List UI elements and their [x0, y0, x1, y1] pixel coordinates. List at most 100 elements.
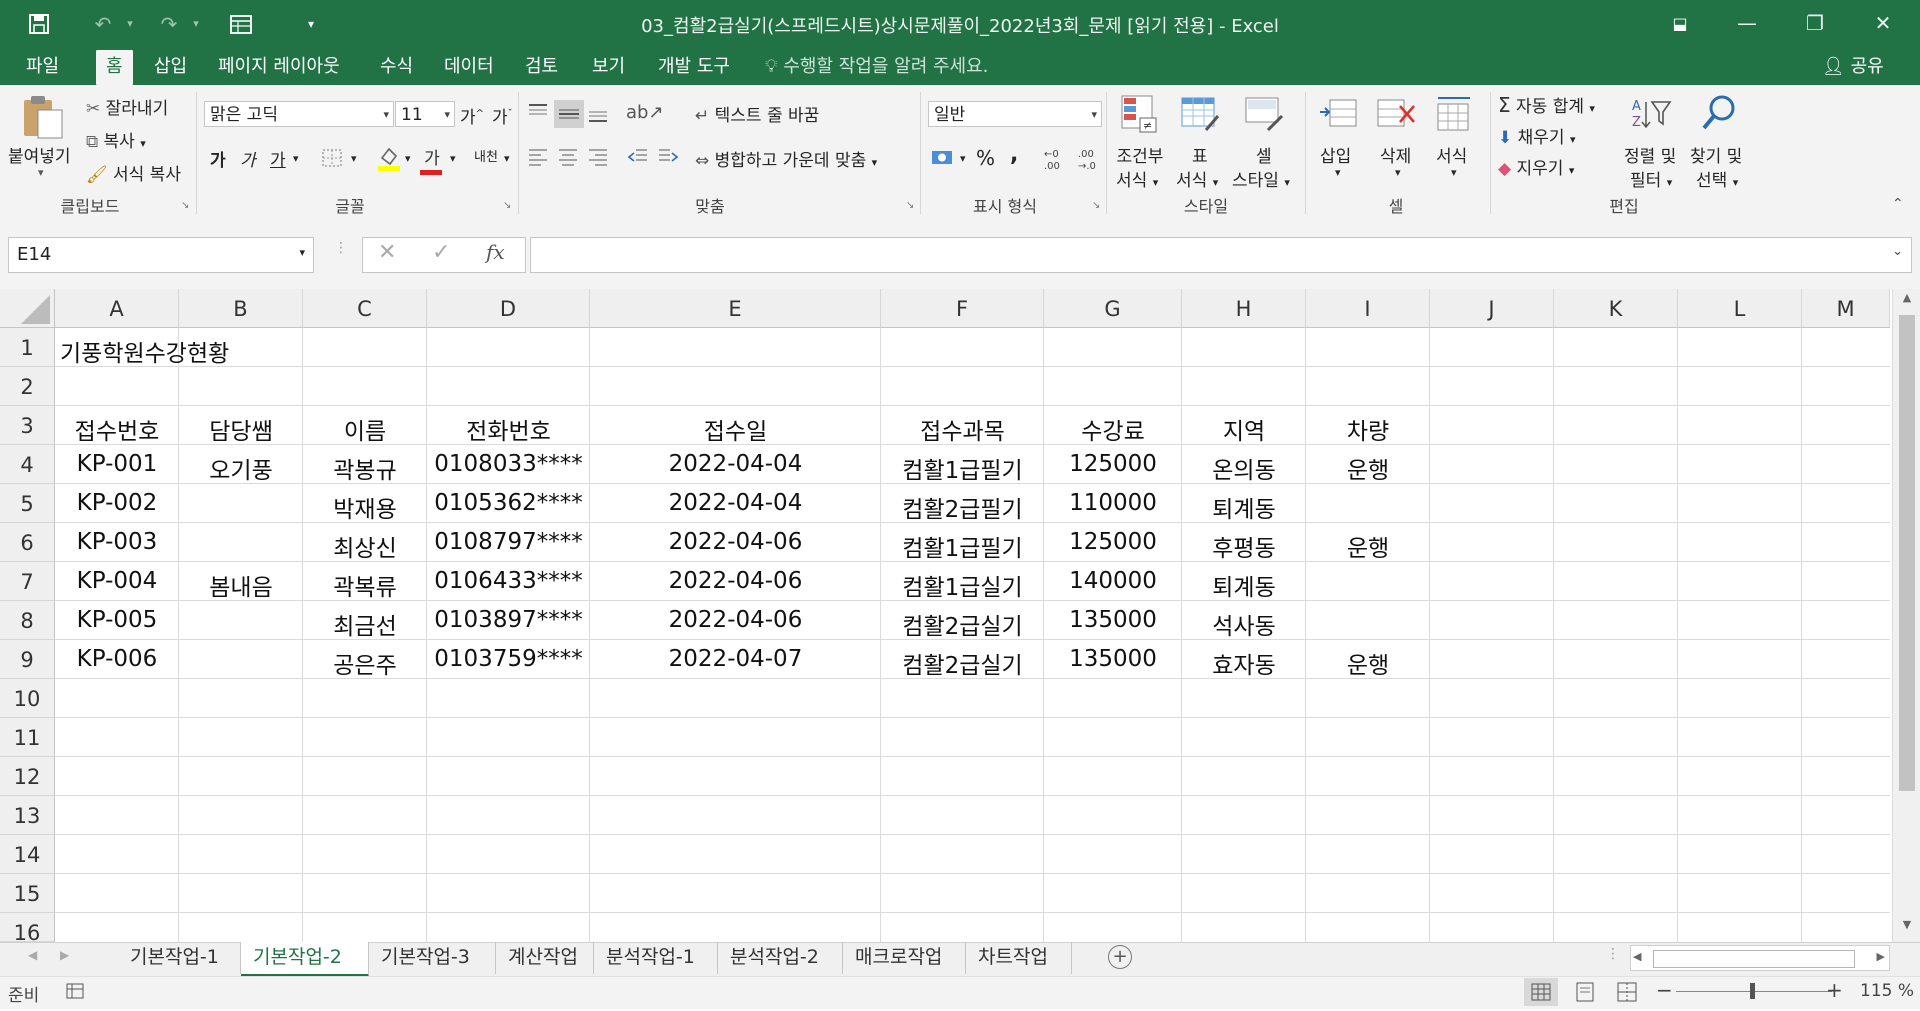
phonetic-dropdown-icon[interactable]: ▾ [504, 152, 510, 165]
table-cell[interactable]: 0103759**** [427, 646, 590, 672]
border-dropdown-icon[interactable]: ▾ [351, 152, 357, 165]
scroll-left-icon[interactable]: ◀ [1633, 950, 1641, 963]
row-header[interactable]: 15 [0, 874, 55, 913]
paste-label[interactable]: 붙여넣기 [8, 142, 71, 167]
sheet-tab[interactable]: 분석작업-1 [594, 942, 718, 974]
table-cell[interactable]: 최상신 [303, 529, 427, 563]
cell-styles-label-2[interactable]: 스타일 ▾ [1232, 166, 1290, 191]
hscroll-thumb[interactable] [1653, 950, 1855, 968]
tab-view[interactable]: 보기 [582, 50, 635, 85]
next-sheet-icon[interactable]: ▶ [60, 948, 69, 962]
sheet-title-cell[interactable]: 기풍학원수강현황 [60, 334, 229, 368]
row-header[interactable]: 8 [0, 601, 55, 640]
table-cell[interactable]: 컴활1급실기 [881, 568, 1044, 602]
column-header[interactable]: B [179, 289, 303, 328]
format-as-table-icon[interactable] [1178, 92, 1222, 136]
table-cell[interactable]: 곽복류 [303, 568, 427, 602]
cell-styles-icon[interactable] [1242, 92, 1286, 136]
table-cell[interactable]: 2022-04-04 [590, 490, 881, 516]
dialog-launcher-icon[interactable]: ↘ [503, 200, 511, 211]
format-cells-label[interactable]: 서식 [1436, 142, 1467, 167]
tab-formulas[interactable]: 수식 [370, 50, 423, 85]
tab-home[interactable]: 홈 [96, 50, 133, 85]
tab-insert[interactable]: 삽입 [144, 50, 197, 85]
row-header[interactable]: 2 [0, 367, 55, 406]
column-header[interactable]: K [1554, 289, 1678, 328]
row-header[interactable]: 3 [0, 406, 55, 445]
scroll-down-icon[interactable]: ▼ [1893, 918, 1920, 940]
table-cell[interactable]: 125000 [1044, 451, 1182, 477]
horizontal-scrollbar[interactable]: ◀ ▶ [1630, 945, 1890, 971]
column-header[interactable]: C [303, 289, 427, 328]
table-cell[interactable]: 135000 [1044, 646, 1182, 672]
table-cell[interactable]: KP-005 [55, 607, 179, 633]
table-cell[interactable]: 컴활1급필기 [881, 451, 1044, 485]
table-cell[interactable]: 컴활2급실기 [881, 646, 1044, 680]
table-cell[interactable]: 컴활2급필기 [881, 490, 1044, 524]
redo-icon[interactable]: ↷ [154, 9, 184, 39]
column-header[interactable]: I [1306, 289, 1430, 328]
page-break-view-icon[interactable] [1612, 978, 1642, 1006]
percent-button[interactable]: % [976, 146, 995, 170]
sheet-tab[interactable]: 분석작업-2 [718, 942, 843, 974]
column-header[interactable]: J [1430, 289, 1554, 328]
table-cell[interactable]: 석사동 [1182, 607, 1306, 641]
column-header[interactable]: L [1678, 289, 1802, 328]
accounting-dropdown-icon[interactable]: ▾ [960, 152, 966, 165]
table-cell[interactable]: 오기풍 [179, 451, 303, 485]
form-icon[interactable] [226, 9, 256, 39]
row-header[interactable]: 7 [0, 562, 55, 601]
copy-button[interactable]: ⧉ 복사 ▾ [86, 127, 146, 152]
grow-font-button[interactable]: 가^ [460, 103, 484, 128]
table-cell[interactable]: 운행 [1306, 529, 1430, 563]
delete-cells-label[interactable]: 삭제 [1380, 142, 1411, 167]
decrease-decimal-icon[interactable]: .00 →.0 [1074, 146, 1104, 172]
format-painter-button[interactable]: 🖌︎ 서식 복사 [86, 160, 181, 185]
tab-review[interactable]: 검토 [515, 50, 568, 85]
scroll-thumb[interactable] [1899, 315, 1915, 791]
table-cell[interactable]: 0105362**** [427, 490, 590, 516]
find-select-label-2[interactable]: 선택 ▾ [1696, 166, 1738, 191]
header-cell[interactable]: 차량 [1306, 412, 1430, 446]
new-sheet-button[interactable]: + [1108, 945, 1132, 969]
underline-button[interactable]: 가 [270, 146, 286, 171]
conditional-format-icon[interactable]: ≠ [1118, 92, 1162, 136]
header-cell[interactable]: 수강료 [1044, 412, 1182, 446]
delete-dropdown-icon[interactable]: ▾ [1395, 166, 1401, 179]
conditional-format-label-1[interactable]: 조건부 [1112, 142, 1168, 167]
conditional-format-label-2[interactable]: 서식 ▾ [1116, 166, 1158, 191]
insert-dropdown-icon[interactable]: ▾ [1335, 166, 1341, 179]
sort-filter-label-2[interactable]: 필터 ▾ [1630, 166, 1672, 191]
column-header[interactable]: H [1182, 289, 1306, 328]
row-header[interactable]: 10 [0, 679, 55, 718]
format-as-table-label-2[interactable]: 서식 ▾ [1176, 166, 1218, 191]
select-all-button[interactable] [0, 289, 55, 328]
align-bottom-icon[interactable] [586, 100, 612, 126]
table-cell[interactable]: 110000 [1044, 490, 1182, 516]
minimize-button[interactable]: — [1713, 0, 1781, 48]
table-cell[interactable]: 2022-04-06 [590, 568, 881, 594]
zoom-out-button[interactable]: − [1656, 978, 1673, 1002]
save-icon[interactable] [24, 9, 54, 39]
table-cell[interactable]: 2022-04-04 [590, 451, 881, 477]
table-cell[interactable]: 효자동 [1182, 646, 1306, 680]
close-button[interactable]: ✕ [1849, 0, 1917, 48]
sheet-tab[interactable]: 계산작업 [496, 942, 594, 974]
align-right-icon[interactable] [586, 145, 612, 171]
row-header[interactable]: 12 [0, 757, 55, 796]
table-cell[interactable]: 2022-04-06 [590, 529, 881, 555]
enter-button[interactable]: ✓ [432, 240, 450, 265]
sheet-tab[interactable]: 기본작업-3 [369, 942, 496, 974]
undo-dropdown-icon[interactable]: ▾ [115, 9, 145, 39]
table-cell[interactable]: 140000 [1044, 568, 1182, 594]
tab-data[interactable]: 데이터 [434, 50, 504, 85]
table-cell[interactable]: 후평동 [1182, 529, 1306, 563]
copy-dropdown-icon[interactable]: ▾ [140, 137, 146, 150]
paste-dropdown-icon[interactable]: ▾ [38, 166, 44, 179]
formula-input[interactable]: ⌄ [530, 237, 1912, 273]
tab-page-layout[interactable]: 페이지 레이아웃 [208, 50, 350, 85]
font-name-select[interactable]: 맑은 고딕 ▾ [204, 101, 394, 127]
dialog-launcher-icon[interactable]: ↘ [1092, 200, 1100, 211]
orientation-icon[interactable]: ab↗ [626, 100, 664, 126]
customize-qat-icon[interactable]: ▾ [296, 9, 326, 39]
